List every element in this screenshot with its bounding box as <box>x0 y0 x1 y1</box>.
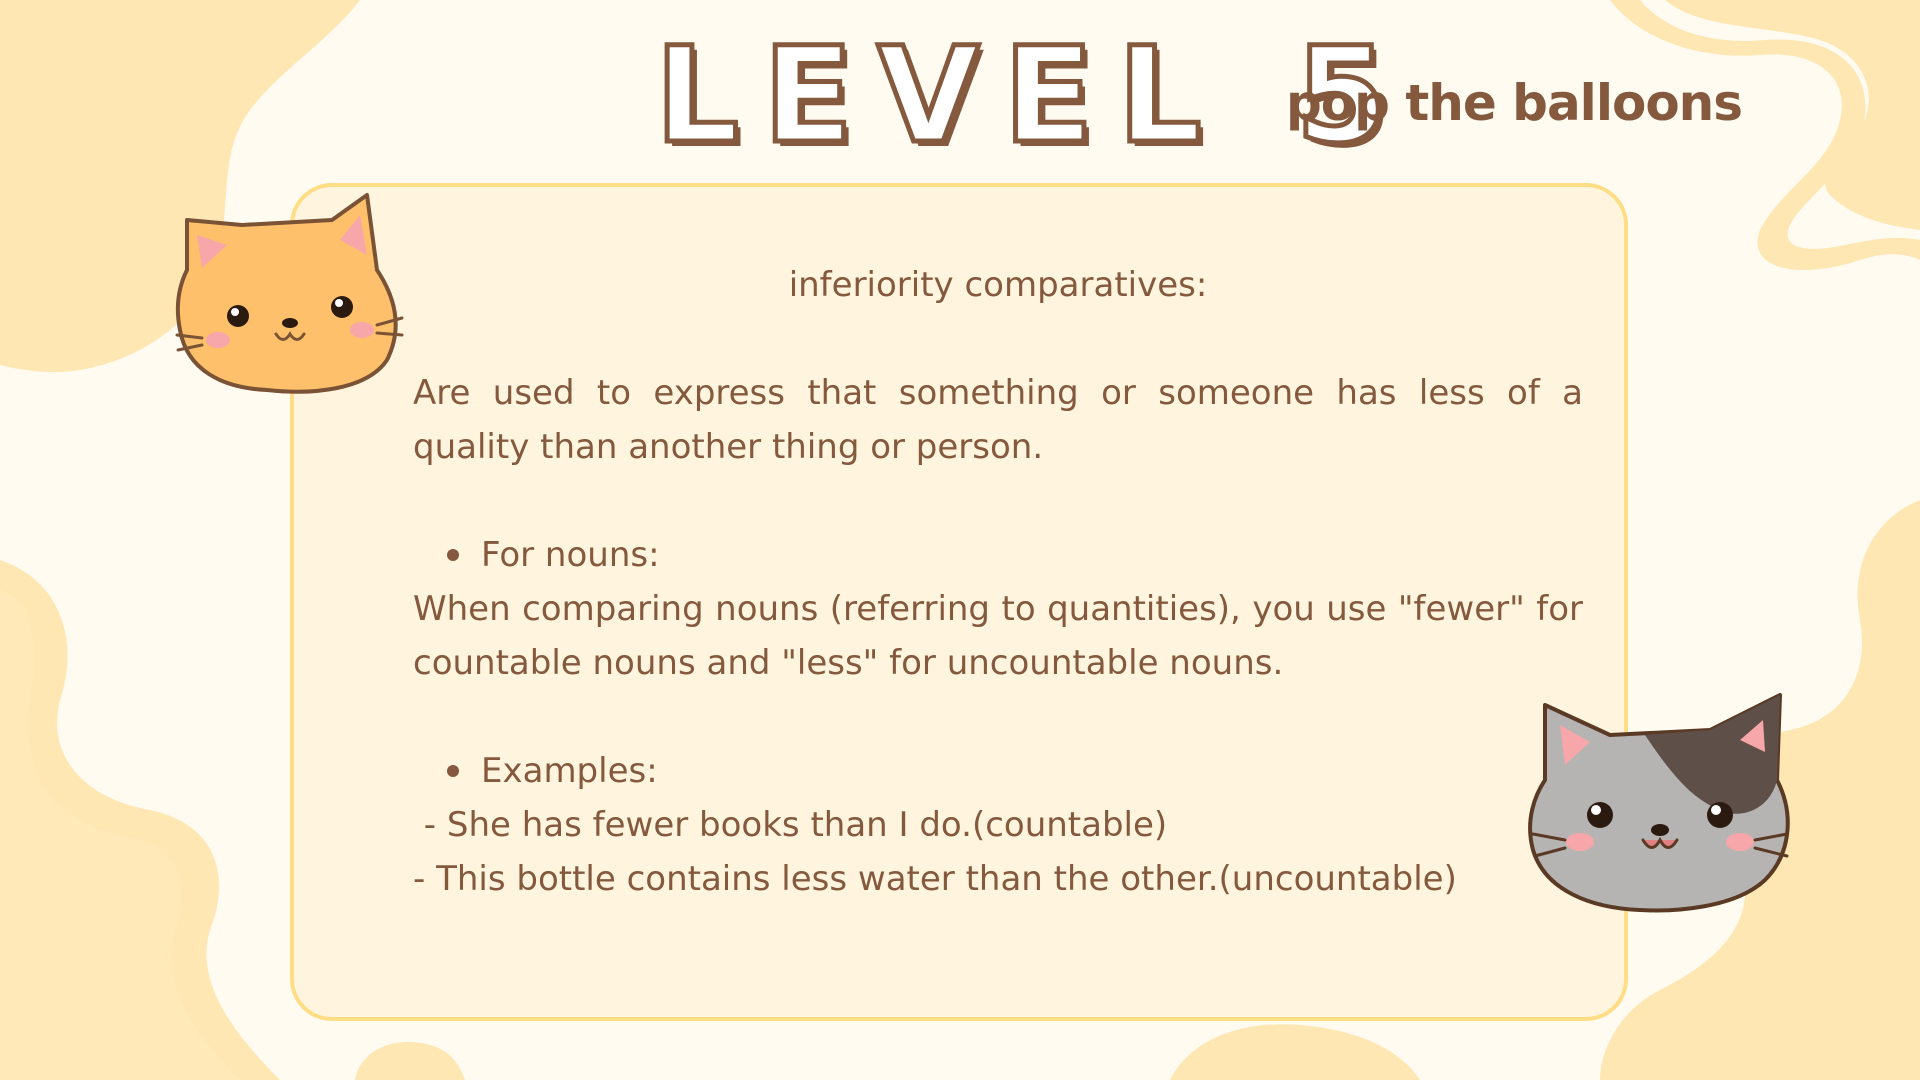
bullet-dot-icon <box>447 549 459 561</box>
blob-bottom-left <box>355 1041 465 1080</box>
bullet-nouns-label: For nouns: <box>481 535 660 575</box>
card-content: inferiority comparatives: Are used to ex… <box>413 258 1583 906</box>
blob-bottom <box>1170 1024 1420 1080</box>
example-uncountable: - This bottle contains less water than t… <box>413 859 1457 899</box>
card-heading: inferiority comparatives: <box>788 265 1208 305</box>
slide: LEVEL 5 pop the balloons inferiority com… <box>0 0 1920 1080</box>
gray-cat-icon <box>1528 693 1790 913</box>
nouns-paragraph: When comparing nouns (referring to quant… <box>413 589 1583 683</box>
example-countable: - She has fewer books than I do.(countab… <box>413 805 1168 845</box>
bullet-examples: Examples: <box>413 744 1583 798</box>
bullet-dot-icon <box>447 765 459 777</box>
bullet-examples-label: Examples: <box>481 751 658 791</box>
level-subtitle: pop the balloons <box>1286 74 1743 132</box>
intro-paragraph: Are used to express that something or so… <box>413 373 1583 467</box>
orange-cat-icon <box>175 193 404 394</box>
bullet-nouns: For nouns: <box>413 528 1583 582</box>
